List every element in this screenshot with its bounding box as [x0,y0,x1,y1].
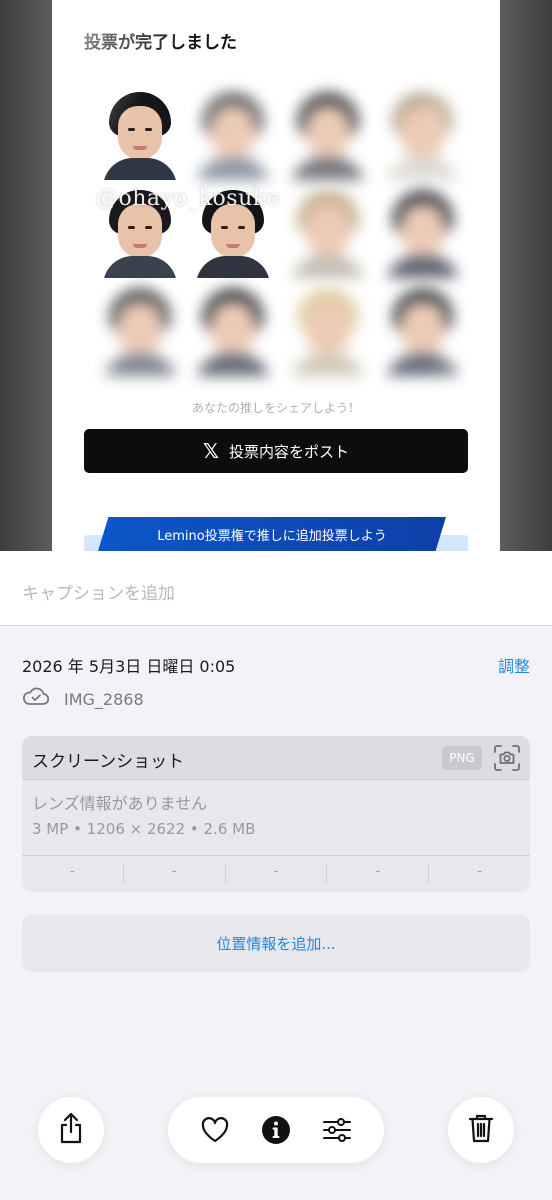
share-icon [56,1111,86,1149]
trash-icon [467,1112,495,1148]
info-icon[interactable] [260,1114,292,1146]
promo-banner: Lemino投票権で推しに追加投票しよう [98,517,446,551]
exif-value: - [124,864,226,884]
candidate-photo-blurred [382,186,464,278]
card-divider [22,855,530,856]
vote-complete-title: 投票が完了しました [84,33,237,53]
candidate-photo [99,88,181,180]
image-specs: 3 MP • 1206 × 2622 • 2.6 MB [32,820,256,838]
x-logo-icon: 𝕏 [202,439,220,463]
exif-value: - [327,864,430,884]
preview-shade-right [500,0,552,551]
candidate-photo-blurred [99,284,181,376]
exif-row: - - - - - [22,864,530,884]
camera-viewfinder-icon[interactable] [492,743,522,773]
preview-shade-left [0,0,52,551]
metadata-card: スクリーンショット PNG レンズ情報がありません 3 MP • 1206 × … [22,736,530,892]
photo-preview[interactable]: 投票が完了しました @ohayo_kosuke あなたの推しをシェアしよう！ 𝕏… [0,0,552,551]
metadata-card-header: スクリーンショット PNG [22,736,530,780]
candidate-photo-blurred [287,284,369,376]
post-vote-button: 𝕏 投票内容をポスト [84,429,468,473]
delete-button[interactable] [448,1097,514,1163]
add-location-button[interactable]: 位置情報を追加... [22,915,530,972]
heart-icon[interactable] [199,1114,231,1146]
sliders-icon[interactable] [321,1114,353,1146]
caption-field[interactable]: キャプションを追加 [0,551,552,626]
share-hint-text: あなたの推しをシェアしよう！ [191,401,360,415]
exif-value: - [477,864,482,879]
photo-date: 2026 年 5月3日 日曜日 0:05 [22,657,236,676]
source-title: スクリーンショット [32,752,185,772]
exif-value: - [226,864,328,884]
lens-info: レンズ情報がありません [32,794,208,813]
post-vote-label: 投票内容をポスト [229,442,350,461]
file-row: IMG_2868 [22,686,144,712]
candidate-photo-blurred [192,88,274,180]
format-badge: PNG [442,746,482,770]
cloud-check-icon [22,686,50,712]
candidate-grid [94,88,464,378]
candidate-photo-blurred [192,284,274,376]
exif-value: - [22,864,124,884]
share-button[interactable] [38,1097,104,1163]
watermark-text: @ohayo_kosuke [96,186,281,211]
candidate-photo-blurred [382,284,464,376]
candidate-photo-blurred [287,186,369,278]
adjust-date-button[interactable]: 調整 [498,653,530,677]
candidate-photo-blurred [287,88,369,180]
photo-actions-pill [168,1097,384,1163]
caption-placeholder[interactable]: キャプションを追加 [22,579,175,604]
screenshot-image: 投票が完了しました @ohayo_kosuke あなたの推しをシェアしよう！ 𝕏… [52,0,500,551]
file-name: IMG_2868 [64,689,144,709]
candidate-photo-blurred [382,88,464,180]
